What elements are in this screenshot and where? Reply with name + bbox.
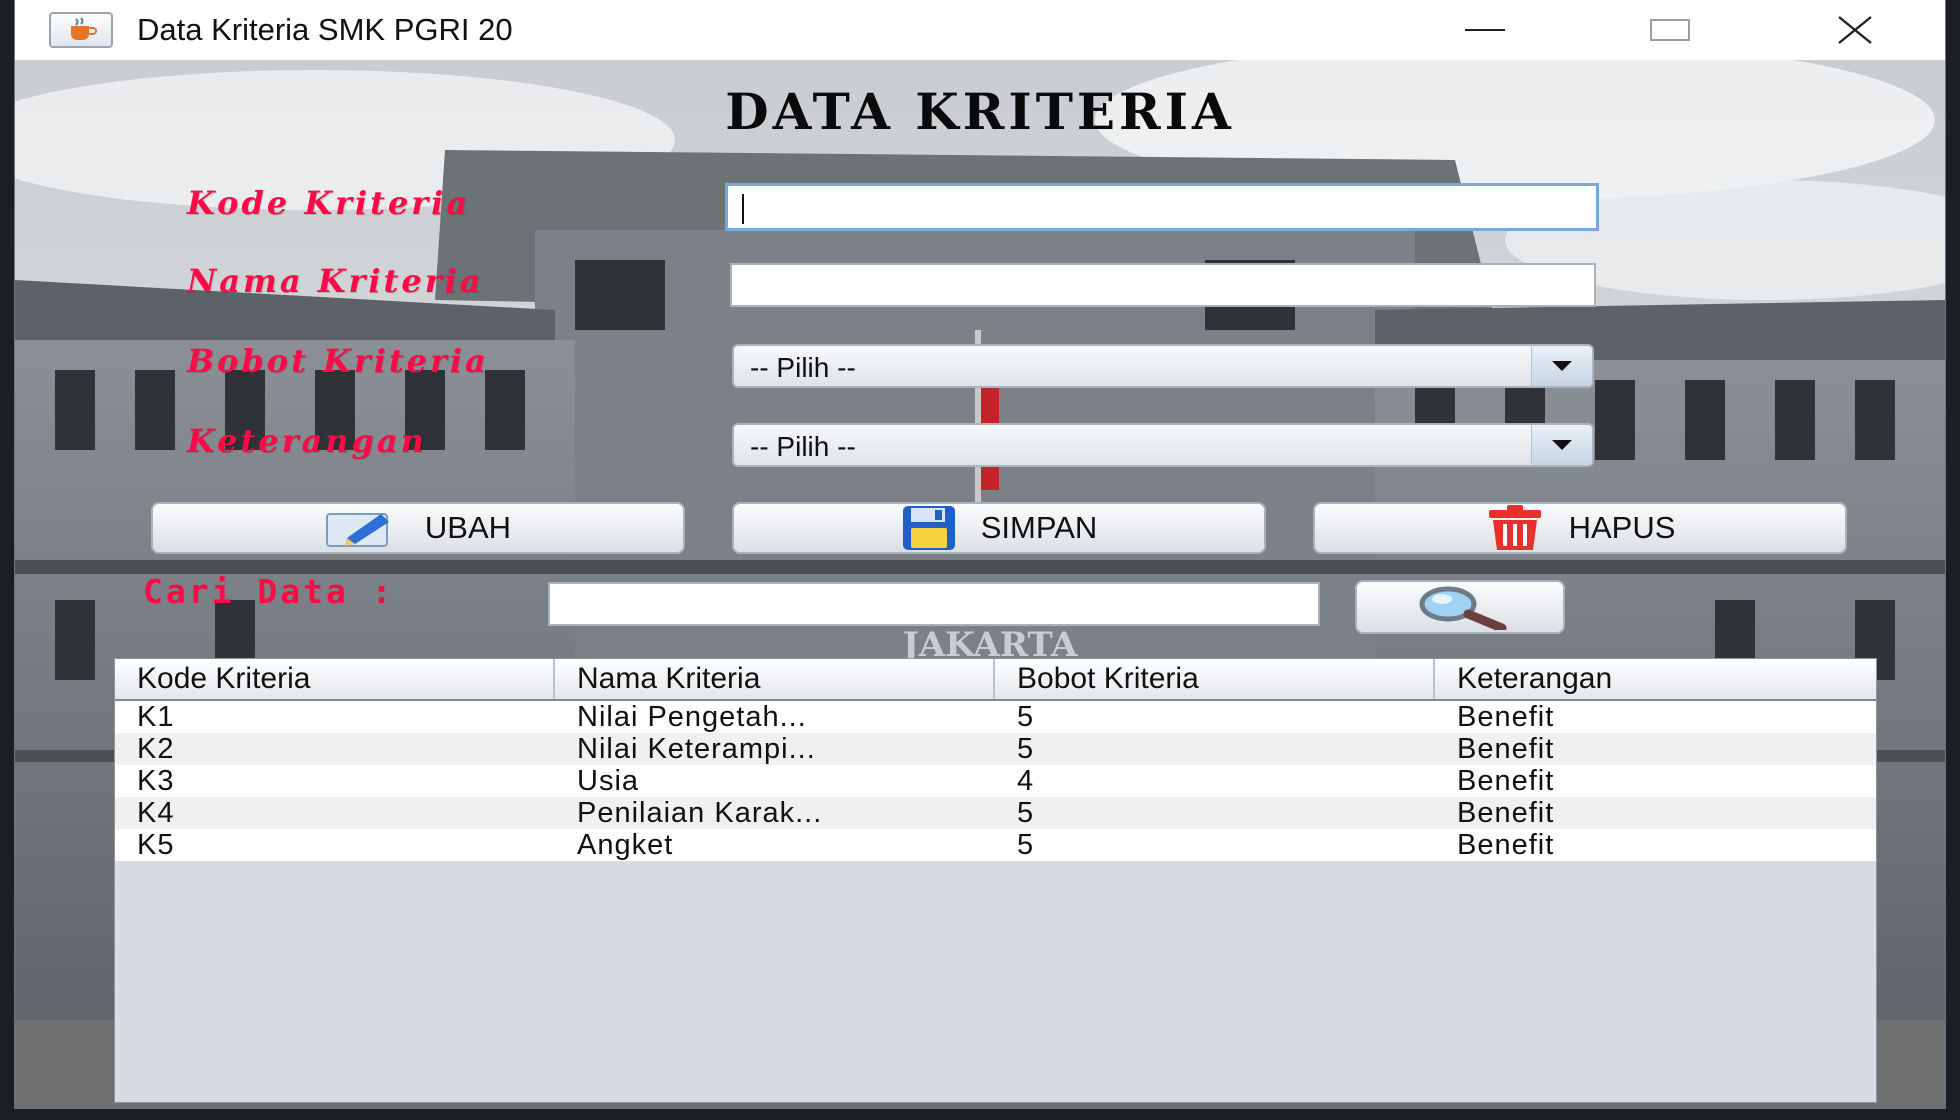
cell-bobot: 5 <box>1017 701 1035 733</box>
keterangan-selected: -- Pilih -- <box>750 431 856 462</box>
cell-keterangan: Benefit <box>1457 733 1555 765</box>
search-input[interactable] <box>548 582 1320 626</box>
trash-can-icon <box>1485 504 1545 552</box>
close-icon <box>1838 16 1872 44</box>
table-row[interactable]: K5 Angket 5 Benefit <box>115 829 1876 861</box>
window-title: Data Kriteria SMK PGRI 20 <box>137 12 513 47</box>
simpan-label: SIMPAN <box>980 510 1098 545</box>
minimize-button[interactable] <box>1435 0 1535 60</box>
maximize-button[interactable] <box>1620 0 1720 60</box>
kode-kriteria-label: Kode Kriteria <box>187 184 471 222</box>
kriteria-table[interactable]: Kode Kriteria Nama Kriteria Bobot Kriter… <box>114 658 1877 1103</box>
text-caret <box>742 194 744 224</box>
magnifier-icon <box>1410 584 1510 630</box>
cell-keterangan: Benefit <box>1457 829 1555 861</box>
keterangan-label: Keterangan <box>187 422 427 460</box>
bobot-kriteria-selected: -- Pilih -- <box>750 352 856 383</box>
cell-keterangan: Benefit <box>1457 701 1555 733</box>
cell-kode: K3 <box>137 765 175 797</box>
cell-kode: K2 <box>137 733 175 765</box>
cell-bobot: 5 <box>1017 829 1035 861</box>
cell-nama: Angket <box>577 829 674 861</box>
table-header: Kode Kriteria Nama Kriteria Bobot Kriter… <box>115 659 1876 701</box>
bobot-kriteria-label: Bobot Kriteria <box>187 342 489 380</box>
maximize-icon <box>1650 19 1690 41</box>
app-window: Data Kriteria SMK PGRI 20 JAKARTA DATA K… <box>15 0 1945 1108</box>
bobot-kriteria-select[interactable]: -- Pilih -- <box>732 344 1594 388</box>
hapus-label: HAPUS <box>1568 510 1676 545</box>
hapus-button[interactable]: HAPUS <box>1313 502 1847 554</box>
floppy-disk-icon <box>901 504 957 552</box>
title-bar[interactable]: Data Kriteria SMK PGRI 20 <box>15 0 1945 60</box>
close-button[interactable] <box>1805 0 1905 60</box>
nama-kriteria-label: Nama Kriteria <box>187 262 484 300</box>
keterangan-select[interactable]: -- Pilih -- <box>732 423 1594 467</box>
nama-kriteria-input[interactable] <box>730 263 1596 307</box>
table-row[interactable]: K1 Nilai Pengetah... 5 Benefit <box>115 701 1876 733</box>
cell-nama: Nilai Pengetah... <box>577 701 807 733</box>
cell-kode: K5 <box>137 829 175 861</box>
form-panel: JAKARTA DATA KRITERIA Kode Kriteria Nama… <box>15 60 1945 1108</box>
column-header-kode[interactable]: Kode Kriteria <box>115 659 555 699</box>
java-cup-icon <box>49 12 113 48</box>
column-header-bobot[interactable]: Bobot Kriteria <box>995 659 1435 699</box>
ubah-label: UBAH <box>424 510 512 545</box>
cell-keterangan: Benefit <box>1457 797 1555 829</box>
cell-kode: K4 <box>137 797 175 829</box>
chevron-down-icon[interactable] <box>1531 346 1592 386</box>
cell-nama: Penilaian Karak... <box>577 797 823 829</box>
cell-keterangan: Benefit <box>1457 765 1555 797</box>
cell-kode: K1 <box>137 701 175 733</box>
minimize-icon <box>1465 29 1505 31</box>
cell-bobot: 5 <box>1017 797 1035 829</box>
column-header-keterangan[interactable]: Keterangan <box>1435 659 1875 699</box>
cell-nama: Usia <box>577 765 640 797</box>
cell-bobot: 5 <box>1017 733 1035 765</box>
cell-nama: Nilai Keterampi... <box>577 733 816 765</box>
cell-bobot: 4 <box>1017 765 1035 797</box>
table-body: K1 Nilai Pengetah... 5 Benefit K2 Nilai … <box>115 701 1876 861</box>
ubah-button[interactable]: UBAH <box>151 502 685 554</box>
table-row[interactable]: K2 Nilai Keterampi... 5 Benefit <box>115 733 1876 765</box>
search-button[interactable] <box>1355 580 1565 634</box>
chevron-down-icon[interactable] <box>1531 425 1592 465</box>
table-row[interactable]: K3 Usia 4 Benefit <box>115 765 1876 797</box>
column-header-nama[interactable]: Nama Kriteria <box>555 659 995 699</box>
edit-pencil-icon <box>325 508 401 548</box>
simpan-button[interactable]: SIMPAN <box>732 502 1266 554</box>
kode-kriteria-input[interactable] <box>725 183 1599 231</box>
page-title: DATA KRITERIA <box>725 82 1235 141</box>
table-row[interactable]: K4 Penilaian Karak... 5 Benefit <box>115 797 1876 829</box>
cari-data-label: Cari Data : <box>143 572 395 611</box>
